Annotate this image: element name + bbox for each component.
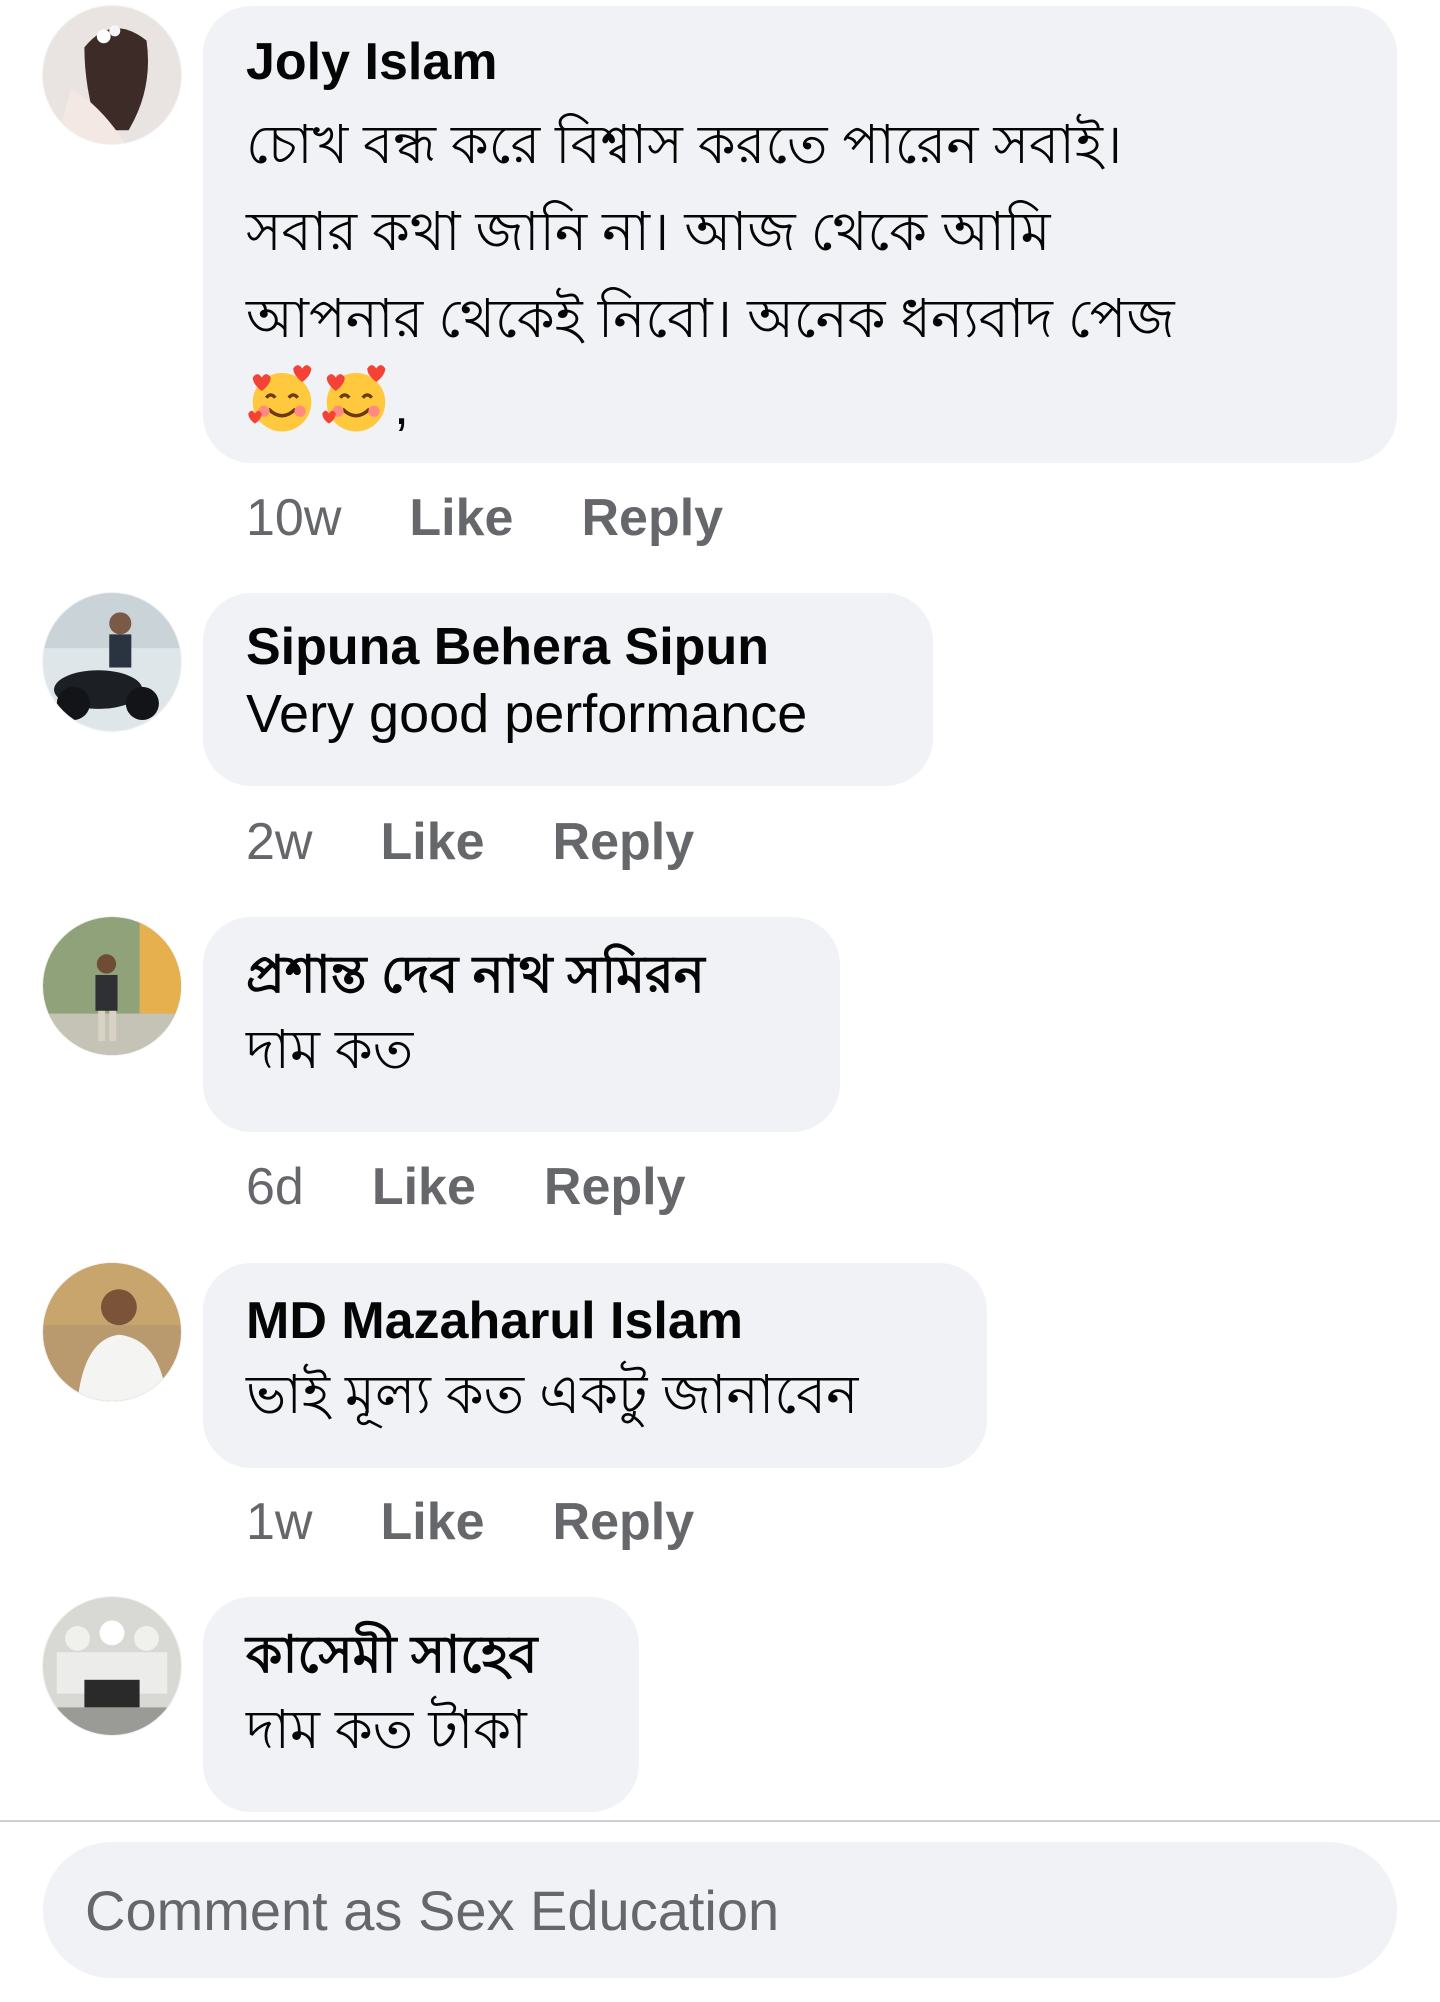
comment-timestamp[interactable]: 2w xyxy=(246,812,312,872)
comment-author[interactable]: Joly Islam xyxy=(246,32,1353,92)
comment-actions: 2w Like Reply xyxy=(246,812,762,872)
comment-timestamp[interactable]: 1w xyxy=(246,1492,312,1552)
comment-input-placeholder: Comment as Sex Education xyxy=(85,1878,780,1942)
comment-author[interactable]: Sipuna Behera Sipun xyxy=(246,617,889,677)
avatar[interactable] xyxy=(43,1263,181,1401)
smiling-face-with-hearts-icon xyxy=(322,365,386,432)
comment-timestamp[interactable]: 10w xyxy=(246,488,341,548)
avatar[interactable] xyxy=(43,6,181,144)
reply-button[interactable]: Reply xyxy=(581,488,723,548)
like-button[interactable]: Like xyxy=(372,1157,476,1217)
like-button[interactable]: Like xyxy=(380,1492,484,1552)
comment-actions: 1w Like Reply xyxy=(246,1492,762,1552)
comment-text-line: ভাই মূল্য কত একটু জানাবেন xyxy=(246,1365,859,1425)
reply-button[interactable]: Reply xyxy=(553,812,695,872)
divider xyxy=(0,1820,1440,1822)
comment-bubble: কাসেমী সাহেব দাম কত টাকা xyxy=(203,1597,639,1812)
comment-input[interactable]: Comment as Sex Education xyxy=(43,1842,1397,1978)
comment-bubble: Sipuna Behera Sipun Very good performanc… xyxy=(203,593,933,786)
smiling-face-with-hearts-icon xyxy=(248,365,312,432)
comment-bubble: MD Mazaharul Islam ভাই মূল্য কত একটু জান… xyxy=(203,1263,987,1468)
comment-author[interactable]: কাসেমী সাহেব xyxy=(246,1625,595,1685)
reply-button[interactable]: Reply xyxy=(544,1157,686,1217)
comment-bubble: Joly Islam চোখ বন্ধ করে বিশ্বাস করতে পার… xyxy=(203,6,1397,463)
profile-photo-icon xyxy=(43,6,181,144)
comment-text-line: চোখ বন্ধ করে বিশ্বাস করতে পারেন সবাই। xyxy=(246,115,1123,175)
profile-photo-icon xyxy=(43,917,181,1055)
comment-author[interactable]: MD Mazaharul Islam xyxy=(246,1291,943,1351)
like-button[interactable]: Like xyxy=(409,488,513,548)
comment-text-line: দাম কত xyxy=(246,1020,414,1080)
profile-photo-icon xyxy=(43,1597,181,1735)
avatar[interactable] xyxy=(43,917,181,1055)
comment-text: চোখ বন্ধ করে বিশ্বাস করতে পারেন সবাই। সব… xyxy=(246,102,1353,450)
avatar[interactable] xyxy=(43,593,181,731)
comment-actions: 10w Like Reply xyxy=(246,488,791,548)
comment-text: দাম কত টাকা xyxy=(246,1685,595,1775)
profile-photo-icon xyxy=(43,593,181,731)
comment-timestamp[interactable]: 6d xyxy=(246,1157,304,1217)
like-button[interactable]: Like xyxy=(380,812,484,872)
comment-text-line: Very good performance xyxy=(246,684,808,744)
comment-author[interactable]: প্রশান্ত দেব নাথ সমিরন xyxy=(246,945,796,1005)
comment-text-line: দাম কত টাকা xyxy=(246,1700,527,1760)
reply-button[interactable]: Reply xyxy=(553,1492,695,1552)
comment-text-tail: , xyxy=(394,376,410,436)
comment-text: দাম কত xyxy=(246,1005,796,1095)
emoji-line: , xyxy=(246,363,1353,450)
comment-text: ভাই মূল্য কত একটু জানাবেন xyxy=(246,1351,943,1439)
comment-bubble: প্রশান্ত দেব নাথ সমিরন দাম কত xyxy=(203,917,840,1132)
comment-text-line: আপনার থেকেই নিবো। অনেক ধন্যবাদ পেজ xyxy=(246,289,1175,349)
comment-text-line: সবার কথা জানি না। আজ থেকে আমি xyxy=(246,202,1051,262)
avatar[interactable] xyxy=(43,1597,181,1735)
comment-actions: 6d Like Reply xyxy=(246,1157,754,1217)
profile-photo-icon xyxy=(43,1263,181,1401)
comment-text: Very good performance xyxy=(246,677,889,751)
